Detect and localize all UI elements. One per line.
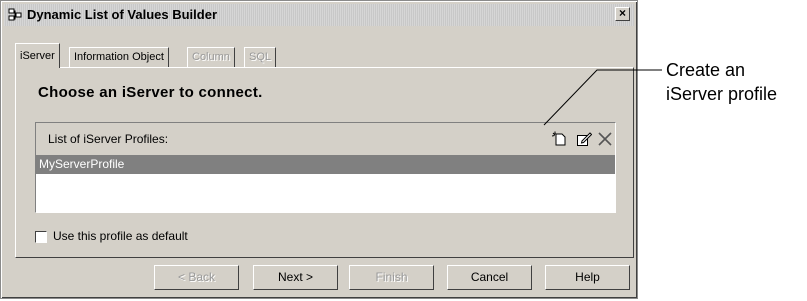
callout-line-1: Create an xyxy=(666,60,746,80)
callout-line-2: iServer profile xyxy=(666,84,778,104)
tab-iserver[interactable]: iServer xyxy=(15,43,60,68)
callout-leader-line xyxy=(543,69,662,126)
callout-annotation: Create an iServer profile xyxy=(666,58,777,106)
